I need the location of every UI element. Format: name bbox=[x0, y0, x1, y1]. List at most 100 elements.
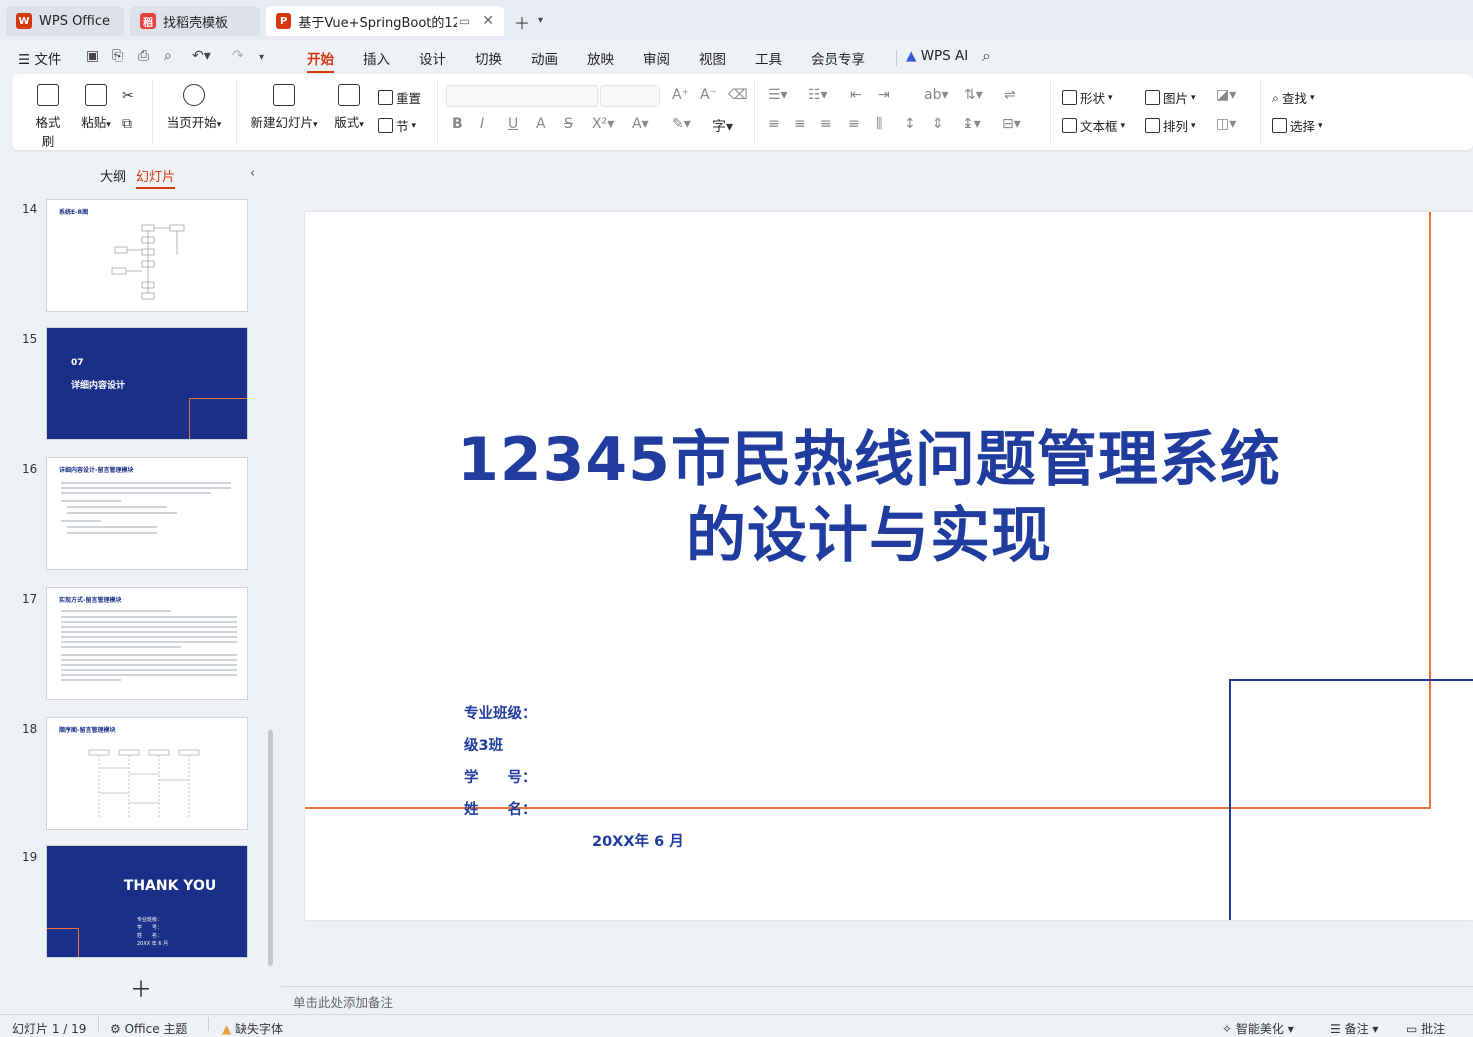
screen-icon[interactable]: ▭ bbox=[459, 14, 470, 28]
distribute-icon[interactable]: ⫼ bbox=[876, 116, 882, 132]
save-icon[interactable]: ▣ bbox=[86, 48, 99, 64]
underline-icon[interactable]: U bbox=[508, 116, 518, 132]
print-icon[interactable]: ⎙ bbox=[138, 48, 149, 64]
theme-button[interactable]: ⚙ Office 主题 bbox=[110, 1020, 187, 1037]
accent-line bbox=[47, 928, 79, 957]
outdent-icon[interactable]: ⇤ bbox=[850, 87, 862, 103]
quick-access-chevron-icon[interactable]: ▾ bbox=[259, 52, 264, 63]
menu-item-design[interactable]: 设计 bbox=[419, 48, 446, 68]
fill-icon[interactable]: ◪▾ bbox=[1216, 87, 1236, 103]
highlight-icon[interactable]: ✎▾ bbox=[672, 116, 691, 132]
justify-icon[interactable]: ≡ bbox=[848, 116, 860, 132]
shadow-icon[interactable]: A bbox=[536, 116, 546, 132]
cut-icon[interactable]: ✂ bbox=[122, 88, 134, 104]
slide-thumbnail-17[interactable]: 实现方式-留言管理模块 bbox=[46, 587, 248, 700]
layout-button[interactable]: 版式▾ bbox=[330, 84, 368, 131]
slide-thumbnail-14[interactable]: 系统E-R图 bbox=[46, 199, 248, 312]
slide-thumbnail-19[interactable]: THANK YOU 专业班级： 学 号： 姓 名： 20XX 年 6 月 bbox=[46, 845, 248, 958]
format-painter-button[interactable]: 格式刷 bbox=[30, 84, 66, 150]
columns-icon[interactable]: ⊟▾ bbox=[1002, 116, 1021, 132]
current-slide-canvas[interactable]: 12345市民热线问题管理系统 的设计与实现 专业班级： 级3班 学 号： 姓 … bbox=[305, 212, 1473, 920]
align-right-icon[interactable]: ≡ bbox=[820, 116, 832, 132]
font-size-select[interactable] bbox=[600, 85, 660, 107]
menu-item-transition[interactable]: 切换 bbox=[475, 48, 502, 68]
menu-item-animation[interactable]: 动画 bbox=[531, 48, 558, 68]
superscript-icon[interactable]: X²▾ bbox=[592, 116, 614, 132]
file-menu[interactable]: ☰ 文件 bbox=[18, 48, 61, 68]
missing-font-button[interactable]: ▲ 缺失字体 bbox=[222, 1020, 283, 1037]
menu-item-tools[interactable]: 工具 bbox=[755, 48, 782, 68]
shape-button[interactable]: 形状 ▾ bbox=[1062, 88, 1113, 107]
slide-thumbnail-15[interactable]: 07 详细内容设计 bbox=[46, 327, 248, 440]
section-button[interactable]: 节 ▾ bbox=[378, 116, 416, 135]
textbox-button[interactable]: 文本框 ▾ bbox=[1062, 116, 1125, 135]
decrease-font-icon[interactable]: A⁻ bbox=[700, 87, 717, 103]
tab-current-document[interactable]: P 基于Vue+SpringBoot的1234 ▭ ✕ bbox=[266, 6, 504, 36]
copy-icon[interactable]: ⧉ bbox=[122, 116, 132, 132]
info-student-id[interactable]: 学 号： bbox=[464, 766, 537, 787]
tab-wps-office[interactable]: W WPS Office bbox=[6, 6, 124, 36]
align-center-icon[interactable]: ≡ bbox=[794, 116, 806, 132]
info-name[interactable]: 姓 名： bbox=[464, 798, 537, 819]
indent-icon[interactable]: ⇥ bbox=[878, 87, 890, 103]
notes-button[interactable]: ☰ 备注 ▾ bbox=[1330, 1020, 1378, 1037]
increase-font-icon[interactable]: A⁺ bbox=[672, 87, 689, 103]
vertical-align-icon[interactable]: ↨▾ bbox=[962, 116, 981, 132]
info-date[interactable]: 20XX年 6 月 bbox=[592, 830, 684, 851]
font-color-icon[interactable]: A▾ bbox=[632, 116, 649, 132]
close-tab-icon[interactable]: ✕ bbox=[482, 13, 494, 29]
paragraph-spacing-icon[interactable]: ⇕ bbox=[932, 116, 944, 132]
print-preview-icon[interactable]: ⌕ bbox=[164, 48, 172, 64]
new-slide-button[interactable]: 新建幻灯片▾ bbox=[248, 84, 320, 131]
comments-button[interactable]: ▭ 批注 bbox=[1406, 1020, 1445, 1037]
new-tab-icon[interactable]: ＋ bbox=[514, 10, 530, 34]
info-class[interactable]: 级3班 bbox=[464, 734, 503, 755]
tab-outline[interactable]: 大纲 bbox=[100, 166, 126, 185]
sort-icon[interactable]: ⇅▾ bbox=[964, 87, 983, 103]
slide-thumbnail-18[interactable]: 顺序图-留言管理模块 bbox=[46, 717, 248, 830]
redo-icon[interactable]: ↷ bbox=[232, 48, 244, 64]
align-left-icon[interactable]: ≡ bbox=[768, 116, 780, 132]
menu-item-member[interactable]: 会员专享 bbox=[811, 48, 865, 68]
export-icon[interactable]: ⎘ bbox=[112, 48, 123, 64]
strikethrough-icon[interactable]: S bbox=[564, 116, 573, 132]
info-major-class[interactable]: 专业班级： bbox=[464, 702, 537, 723]
slide-thumbnail-16[interactable]: 详细内容设计-留言管理模块 bbox=[46, 457, 248, 570]
clipboard-icon bbox=[85, 84, 107, 106]
arrange-button[interactable]: 排列 ▾ bbox=[1145, 116, 1196, 135]
menu-item-insert[interactable]: 插入 bbox=[363, 48, 390, 68]
wps-ai-button[interactable]: ▲ WPS AI bbox=[906, 48, 968, 64]
convert-icon[interactable]: ⇌ bbox=[1004, 87, 1016, 103]
phonetic-icon[interactable]: 字▾ bbox=[712, 116, 733, 136]
tab-slides[interactable]: 幻灯片 bbox=[136, 166, 176, 189]
find-button[interactable]: ⌕ 查找 ▾ bbox=[1272, 88, 1315, 107]
panel-scrollbar[interactable] bbox=[268, 730, 273, 966]
line-spacing-icon[interactable]: ↕ bbox=[904, 116, 916, 132]
bold-icon[interactable]: B bbox=[452, 116, 463, 132]
notes-area[interactable]: 单击此处添加备注 bbox=[281, 986, 1473, 1014]
bullets-icon[interactable]: ☰▾ bbox=[768, 87, 788, 103]
tab-list-chevron-icon[interactable]: ▾ bbox=[538, 15, 543, 26]
clear-format-icon[interactable]: ⌫ bbox=[728, 87, 748, 103]
font-family-select[interactable] bbox=[446, 85, 598, 107]
search-icon[interactable]: ⌕ bbox=[982, 46, 991, 66]
italic-icon[interactable]: I bbox=[480, 116, 484, 132]
menu-item-review[interactable]: 审阅 bbox=[643, 48, 670, 68]
numbering-icon[interactable]: ☷▾ bbox=[808, 87, 828, 103]
outline-icon[interactable]: ◫▾ bbox=[1216, 116, 1236, 132]
slide-title[interactable]: 12345市民热线问题管理系统 的设计与实现 bbox=[305, 422, 1433, 574]
text-direction-icon[interactable]: ab▾ bbox=[924, 87, 949, 103]
reset-button[interactable]: 重置 bbox=[378, 88, 421, 107]
tab-docer-templates[interactable]: 稻 找稻壳模板 bbox=[130, 6, 260, 36]
select-button[interactable]: 选择 ▾ bbox=[1272, 116, 1323, 135]
paste-button[interactable]: 粘贴▾ bbox=[78, 84, 114, 131]
undo-icon[interactable]: ↶▾ bbox=[192, 48, 211, 64]
menu-item-view[interactable]: 视图 bbox=[699, 48, 726, 68]
picture-button[interactable]: 图片 ▾ bbox=[1145, 88, 1196, 107]
add-slide-icon[interactable]: ＋ bbox=[130, 972, 152, 1004]
menu-item-slideshow[interactable]: 放映 bbox=[587, 48, 614, 68]
from-current-slide-button[interactable]: 当页开始▾ bbox=[162, 84, 226, 131]
menu-item-home[interactable]: 开始 bbox=[307, 48, 334, 73]
collapse-panel-icon[interactable]: ‹ bbox=[250, 166, 255, 181]
smart-beautify-button[interactable]: ✧ 智能美化 ▾ bbox=[1222, 1020, 1294, 1037]
